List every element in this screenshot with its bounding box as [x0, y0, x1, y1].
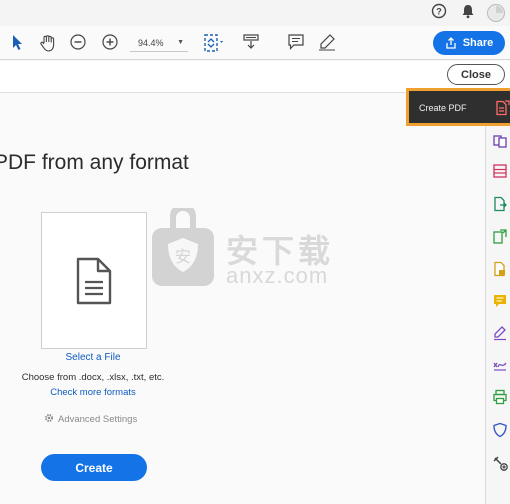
top-bar: ?	[0, 0, 510, 26]
share-label: Share	[462, 37, 494, 49]
create-pdf-label: Create PDF	[419, 103, 467, 113]
watermark-logo: 安	[148, 203, 218, 290]
zoom-out-icon[interactable]	[69, 33, 87, 51]
advanced-settings-link[interactable]: Advanced Settings	[44, 413, 137, 426]
svg-text:安: 安	[175, 247, 191, 266]
watermark-subtext: anxz.com	[226, 263, 329, 288]
advanced-settings-label: Advanced Settings	[58, 414, 138, 425]
check-more-formats-link[interactable]: Check more formats	[0, 387, 186, 398]
comment-icon[interactable]	[287, 33, 305, 51]
request-signatures-icon[interactable]	[492, 261, 508, 277]
supported-formats-text: Choose from .docx, .xlsx, .txt, etc.	[21, 372, 165, 383]
right-tools-rail	[485, 93, 510, 504]
organize-pages-icon[interactable]	[492, 163, 508, 179]
fill-sign-icon[interactable]	[492, 325, 508, 341]
page-title: PDF from any format	[0, 151, 189, 174]
send-for-signature-icon[interactable]	[492, 357, 508, 373]
combine-files-icon[interactable]	[492, 133, 508, 149]
document-icon	[76, 257, 112, 304]
more-tools-icon[interactable]	[492, 455, 508, 471]
create-pdf-tool-tooltip[interactable]: Create PDF	[406, 88, 510, 126]
select-pointer-icon[interactable]	[10, 33, 24, 51]
main-toolbar: 94.4% ▼ Share	[0, 26, 510, 60]
bell-icon[interactable]	[460, 3, 476, 24]
create-pdf-icon	[494, 100, 510, 121]
zoom-level-select[interactable]: 94.4% ▼	[130, 34, 188, 52]
hand-tool-icon[interactable]	[38, 33, 58, 53]
select-file-link[interactable]: Select a File	[0, 352, 186, 363]
protect-shield-icon[interactable]	[492, 422, 508, 438]
print-production-icon[interactable]	[492, 389, 508, 405]
edit-pdf-icon[interactable]	[492, 229, 508, 245]
sign-pen-icon[interactable]	[317, 33, 337, 51]
comment-tool-icon[interactable]	[492, 293, 508, 309]
file-drop-area[interactable]	[41, 212, 147, 349]
export-pdf-icon[interactable]	[492, 196, 508, 212]
gear-icon	[44, 413, 54, 426]
share-icon	[446, 37, 456, 49]
help-circle-icon[interactable]: ?	[431, 3, 447, 24]
scroll-mode-icon[interactable]	[242, 33, 260, 51]
svg-text:?: ?	[436, 7, 442, 17]
create-button[interactable]: Create	[41, 454, 147, 481]
share-button[interactable]: Share	[433, 31, 505, 55]
zoom-level-value: 94.4%	[138, 37, 164, 48]
close-button[interactable]: Close	[447, 64, 505, 85]
chevron-down-icon: ▼	[177, 39, 184, 46]
create-pdf-panel: PDF from any format Select a File Choose…	[0, 93, 485, 504]
fit-page-icon[interactable]	[203, 33, 227, 53]
zoom-in-icon[interactable]	[101, 33, 119, 51]
user-avatar-icon[interactable]	[486, 3, 506, 28]
